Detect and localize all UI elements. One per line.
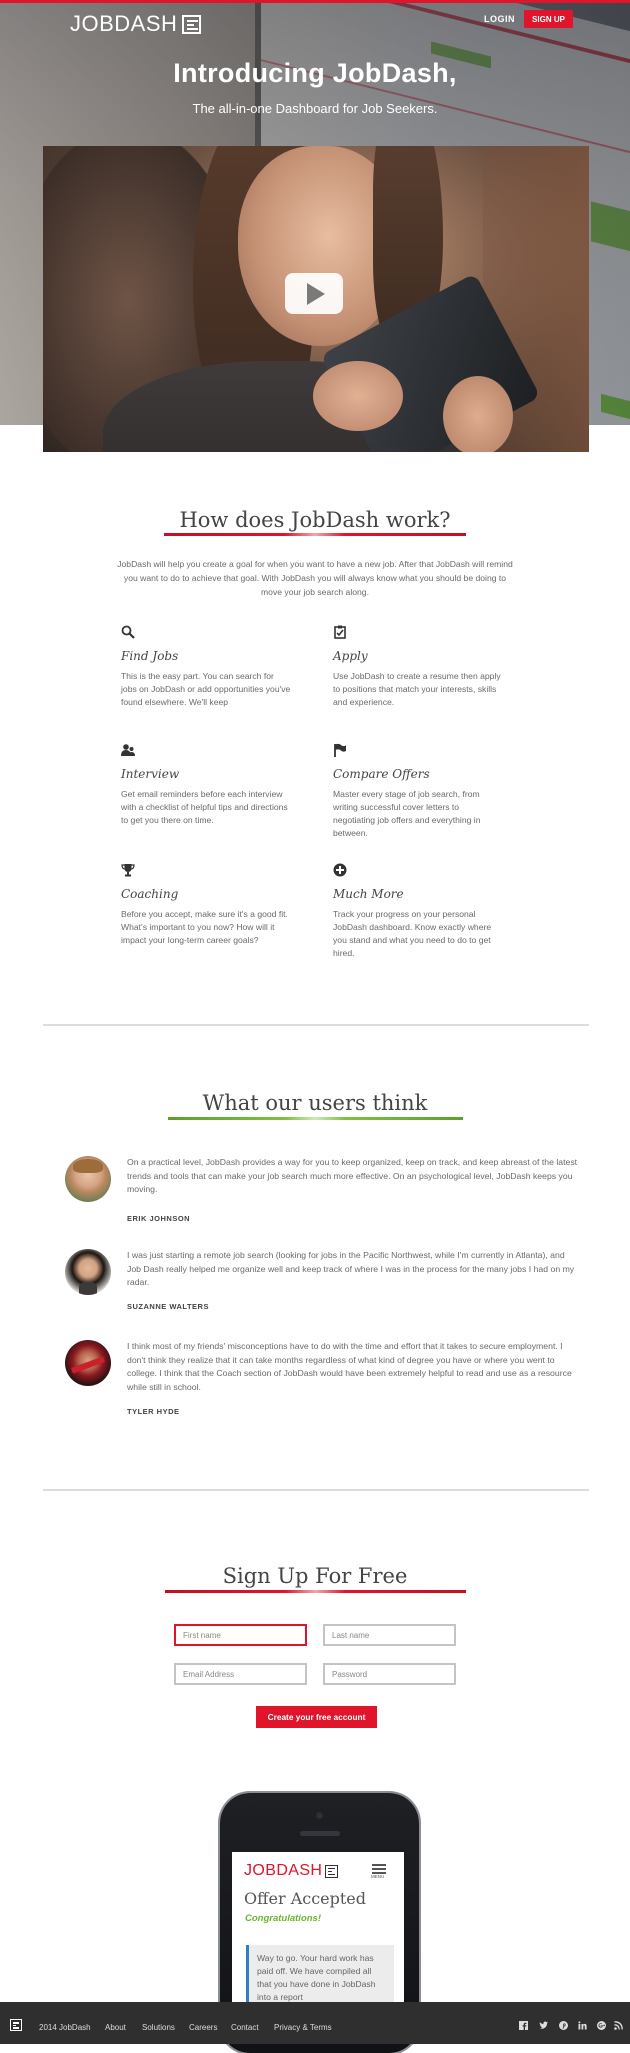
section-divider — [43, 1024, 589, 1026]
hero-title: Introducing JobDash, — [173, 58, 457, 88]
clipboard-check-icon — [334, 625, 346, 639]
how-intro-text: JobDash will help you create a goal for … — [117, 559, 513, 597]
footer-logo-icon[interactable] — [10, 2019, 22, 2031]
rss-icon[interactable] — [614, 2021, 623, 2030]
feature-coaching: Coaching Before you accept, make sure it… — [121, 863, 291, 947]
site-logo[interactable]: JOBDASH — [70, 8, 202, 40]
feature-title: Much More — [333, 887, 404, 901]
testimonials-title-underline — [168, 1117, 463, 1120]
twitter-icon[interactable] — [539, 2021, 548, 2030]
testimonial-quote: I was just starting a remote job search … — [127, 1250, 575, 1287]
feature-compare-offers: Compare Offers Master every stage of job… — [333, 743, 503, 840]
feature-find-jobs: Find Jobs This is the easy part. You can… — [121, 625, 291, 709]
logo-mark-icon — [325, 1864, 339, 1878]
feature-text: Track your progress on your personal Job… — [333, 909, 492, 958]
footer-link-careers[interactable]: Careers — [189, 2023, 217, 2032]
feature-text: Master every stage of job search, from w… — [333, 789, 481, 838]
create-account-button[interactable]: Create your free account — [256, 1706, 377, 1728]
phone-logo-dash: DASH — [276, 1862, 323, 1879]
feature-title: Coaching — [121, 887, 179, 901]
feature-apply: Apply Use JobDash to create a resume the… — [333, 625, 503, 709]
hero-subtitle: The all-in-one Dashboard for Job Seekers… — [192, 101, 438, 116]
feature-much-more: Much More Track your progress on your pe… — [333, 863, 503, 960]
linkedin-icon[interactable] — [578, 2021, 587, 2030]
signup-title: Sign Up For Free — [222, 1564, 408, 1588]
avatar — [65, 1340, 111, 1386]
feature-title: Apply — [333, 649, 368, 663]
testimonial-author: TYLER HYDE — [127, 1407, 180, 1416]
password-field[interactable] — [323, 1663, 456, 1685]
footer: 2014 JobDash About Solutions Careers Con… — [0, 2002, 630, 2044]
section-divider — [43, 1489, 589, 1491]
how-it-works-title: How does JobDash work? — [179, 508, 451, 532]
feature-title: Compare Offers — [333, 767, 430, 781]
testimonial-author: SUZANNE WALTERS — [127, 1302, 209, 1311]
login-link[interactable]: LOGIN — [484, 14, 515, 24]
logo-text: JOBDASH — [70, 11, 178, 36]
last-name-field[interactable] — [323, 1624, 456, 1646]
feature-text: This is the easy part. You can search fo… — [121, 671, 291, 707]
signup-title-underline — [165, 1590, 466, 1593]
feature-text: Get email reminders before each intervie… — [121, 789, 288, 825]
footer-link-solutions[interactable]: Solutions — [142, 2023, 175, 2032]
logo-mark-icon — [182, 14, 202, 34]
phone-logo: JOB DASH — [244, 1862, 339, 1880]
testimonials-title: What our users think — [202, 1091, 428, 1115]
phone-congrats: Congratulations! — [245, 1913, 321, 1924]
feature-text: Before you accept, make sure it's a good… — [121, 909, 288, 945]
footer-link-contact[interactable]: Contact — [231, 2023, 259, 2032]
phone-title: Offer Accepted — [244, 1889, 367, 1908]
phone-menu-label: MENU — [371, 1874, 385, 1879]
plus-circle-icon — [333, 863, 347, 877]
first-name-field[interactable] — [174, 1624, 307, 1646]
top-accent-bar — [0, 0, 630, 3]
email-field[interactable] — [174, 1663, 307, 1685]
feature-text: Use JobDash to create a resume then appl… — [333, 671, 501, 707]
feature-title: Find Jobs — [121, 649, 179, 663]
search-icon — [121, 625, 135, 639]
testimonial-author: ERIK JOHNSON — [127, 1214, 191, 1223]
phone-camera — [315, 1811, 324, 1820]
testimonial-quote: I think most of my friends' misconceptio… — [127, 1341, 572, 1392]
interview-icon — [121, 744, 135, 756]
footer-link-about[interactable]: About — [105, 2023, 126, 2032]
avatar — [65, 1156, 111, 1202]
testimonial-quote: On a practical level, JobDash provides a… — [127, 1157, 578, 1194]
footer-link-privacy[interactable]: Privacy & Terms — [274, 2023, 332, 2032]
flag-icon — [334, 743, 346, 757]
trophy-icon — [121, 864, 135, 877]
signup-button[interactable]: SIGN UP — [524, 10, 573, 28]
play-icon[interactable] — [285, 273, 343, 314]
avatar — [65, 1249, 111, 1295]
phone-speaker — [300, 1831, 340, 1836]
pinterest-icon[interactable] — [559, 2021, 568, 2030]
footer-copyright[interactable]: 2014 JobDash — [39, 2023, 91, 2032]
how-title-underline — [164, 533, 466, 536]
feature-title: Interview — [121, 767, 180, 781]
facebook-icon[interactable] — [519, 2021, 528, 2030]
phone-logo-job: JOB — [244, 1862, 277, 1879]
feature-interview: Interview Get email reminders before eac… — [121, 743, 291, 827]
google-plus-icon[interactable] — [597, 2021, 606, 2030]
